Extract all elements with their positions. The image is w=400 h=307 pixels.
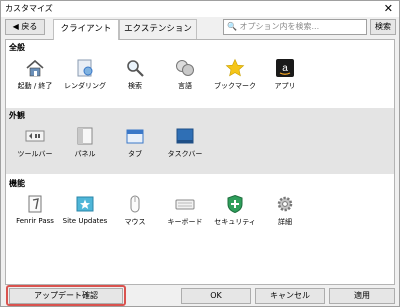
options-panel: 全般 起動 / 終了 レンダリング 検索 言語 ブックマーク a アプリ 外観 …	[5, 39, 395, 285]
toolbar: ◀ 戻る クライアント エクステンション 🔍 オプション内を検索... 検索	[1, 17, 399, 40]
option-label: マウス	[124, 218, 146, 226]
option-label: Site Updates	[62, 217, 108, 225]
option-label: ブックマーク	[214, 82, 256, 90]
star-icon	[225, 58, 245, 77]
option-details[interactable]: 詳細	[262, 194, 308, 227]
gear-icon	[277, 196, 293, 212]
customize-window: カスタマイズ ✕ ◀ 戻る クライアント エクステンション 🔍 オプション内を検…	[0, 0, 400, 307]
update-check-button[interactable]: アップデート確認	[9, 288, 123, 304]
shield-icon	[227, 194, 243, 214]
search-input[interactable]: 🔍 オプション内を検索...	[223, 19, 367, 35]
option-label: セキュリティ	[214, 218, 256, 226]
magnifier-icon	[127, 60, 144, 77]
section-appearance: 外観 ツールバー パネル タブ タスクバー	[6, 108, 394, 174]
option-label: レンダリング	[64, 82, 106, 90]
tab-client[interactable]: クライアント	[53, 19, 119, 40]
option-startup[interactable]: 起動 / 終了	[12, 58, 58, 91]
search-button[interactable]: 検索	[370, 19, 396, 35]
option-search[interactable]: 検索	[112, 58, 158, 91]
window-title: カスタマイズ	[5, 4, 53, 13]
home-icon	[26, 59, 44, 77]
option-label: キーボード	[167, 218, 203, 226]
option-bookmark[interactable]: ブックマーク	[212, 58, 258, 91]
option-security[interactable]: セキュリティ	[212, 194, 258, 227]
back-button[interactable]: ◀ 戻る	[5, 19, 45, 35]
tab-extension[interactable]: エクステンション	[119, 19, 197, 39]
close-icon[interactable]: ✕	[384, 2, 393, 15]
rendering-icon	[77, 59, 93, 77]
option-label: タブ	[128, 150, 142, 158]
taskbar-icon	[176, 128, 194, 144]
section-title: 外観	[9, 111, 25, 120]
option-tab[interactable]: タブ	[112, 126, 158, 159]
keyboard-icon	[175, 199, 195, 210]
language-icon	[176, 60, 194, 76]
option-label: 起動 / 終了	[17, 82, 53, 90]
option-label: Fenrir Pass	[16, 217, 54, 225]
option-taskbar[interactable]: タスクバー	[162, 126, 208, 159]
option-label: パネル	[74, 150, 96, 158]
cancel-button[interactable]: キャンセル	[255, 288, 325, 304]
option-label: アプリ	[274, 82, 296, 90]
option-panel[interactable]: パネル	[62, 126, 108, 159]
option-site-updates[interactable]: Site Updates	[62, 194, 108, 225]
apply-button[interactable]: 適用	[329, 288, 395, 304]
panel-icon	[77, 127, 93, 145]
section-title: 全般	[9, 43, 25, 52]
section-features: 機能 Fenrir Pass Site Updates マウス キーボード セキ…	[6, 176, 394, 284]
option-language[interactable]: 言語	[162, 58, 208, 91]
option-label: 言語	[178, 82, 192, 90]
option-keyboard[interactable]: キーボード	[162, 194, 208, 227]
option-label: ツールバー	[17, 150, 53, 158]
footer-bar: アップデート確認 OK キャンセル 適用	[1, 285, 399, 306]
option-mouse[interactable]: マウス	[112, 194, 158, 227]
option-rendering[interactable]: レンダリング	[62, 58, 108, 91]
site-updates-icon	[76, 196, 94, 212]
tab-icon	[126, 129, 144, 144]
title-bar: カスタマイズ ✕	[1, 1, 399, 17]
ok-button[interactable]: OK	[181, 288, 251, 304]
option-label: タスクバー	[167, 150, 203, 158]
toolbar-icon	[25, 130, 45, 142]
option-fenrir-pass[interactable]: Fenrir Pass	[12, 194, 58, 225]
mouse-icon	[130, 195, 140, 213]
fenrir-pass-icon	[28, 195, 42, 213]
option-label: 詳細	[278, 218, 292, 226]
option-toolbar[interactable]: ツールバー	[12, 126, 58, 159]
amazon-app-icon: a	[276, 59, 294, 77]
option-label: 検索	[128, 82, 142, 90]
section-title: 機能	[9, 179, 25, 188]
svg-text:a: a	[282, 63, 288, 74]
option-app[interactable]: a アプリ	[262, 58, 308, 91]
section-general: 全般 起動 / 終了 レンダリング 検索 言語 ブックマーク a アプリ	[6, 40, 394, 106]
